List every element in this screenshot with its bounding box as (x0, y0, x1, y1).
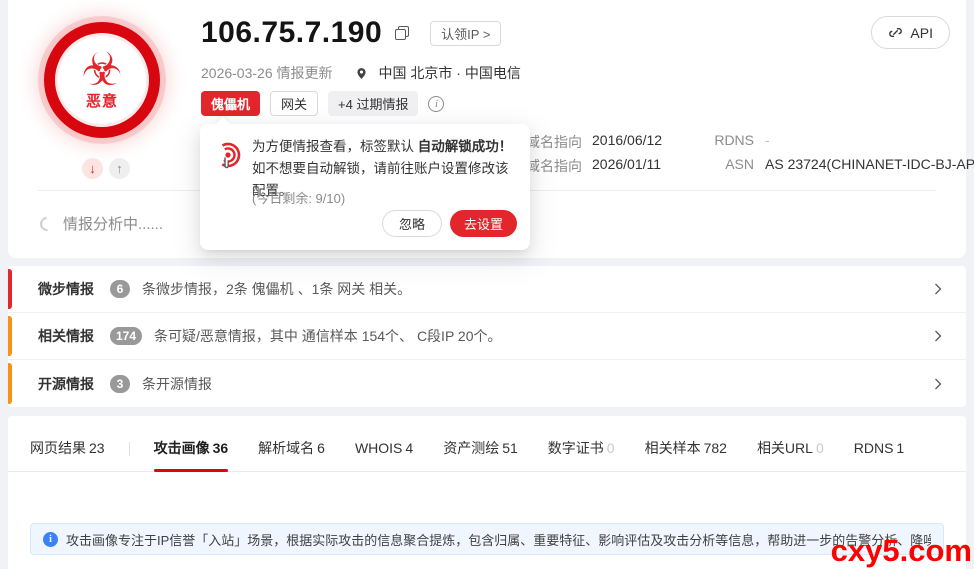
page-title-ip: 106.75.7.190 (201, 16, 383, 49)
api-button-label: API (910, 24, 933, 41)
tab-count: 1 (896, 440, 905, 456)
intel-row-title: 微步情报 (38, 281, 94, 297)
rdns-value: - (765, 132, 770, 148)
go-settings-button[interactable]: 去设置 (449, 210, 517, 237)
location-pin-icon (356, 67, 366, 79)
tags-info-icon[interactable]: i (428, 95, 445, 112)
title-row: 106.75.7.190 认领IP > (201, 16, 502, 50)
api-plug-icon (889, 28, 903, 37)
tab-related-samples[interactable]: 相关样本 782 (645, 438, 727, 471)
popup-line1-bold: 自动解锁成功！ (417, 139, 513, 154)
click-unlock-icon (215, 142, 241, 169)
auto-unlock-popup: 为方便情报查看，标签默认 自动解锁成功！ 如不想要自动解锁，请前往账户设置修改该… (200, 116, 530, 250)
tab-whois[interactable]: WHOIS 4 (355, 440, 413, 469)
geo-isp: 中国电信 (464, 65, 521, 81)
intel-row-title: 相关情报 (38, 328, 94, 344)
analyzing-text: 情报分析中...... (63, 216, 164, 233)
chevron-right-icon (935, 330, 942, 342)
tag-gateway[interactable]: 网关 (270, 91, 319, 116)
tab-count: 51 (502, 440, 518, 456)
count-badge: 6 (110, 280, 130, 298)
intel-row-opensource[interactable]: 开源情报 3 条开源情报 (8, 360, 966, 407)
tab-divider (128, 441, 130, 456)
tab-count: 23 (89, 440, 105, 456)
tab-asset-mapping[interactable]: 资产测绘 51 (443, 438, 518, 471)
tab-rdns[interactable]: RDNS 1 (854, 440, 904, 469)
domain-point-value-1: 2016/06/12 (592, 132, 663, 148)
rdns-label: RDNS (714, 132, 754, 148)
detail-tabs-card: 网页结果 23 攻击画像 36 解析域名 6 WHOIS 4 资产测绘 51 数字证书 0 … (8, 416, 966, 569)
biohazard-icon: ☣ (81, 42, 123, 95)
tab-certificates[interactable]: 数字证书 0 (548, 438, 615, 471)
info-icon: i (43, 531, 58, 547)
tab-attack-profile[interactable]: 攻击画像 36 (153, 438, 229, 472)
count-badge: 3 (110, 374, 130, 393)
count-badge: 174 (110, 327, 143, 345)
tab-related-urls[interactable]: 相关URL 0 (757, 438, 824, 471)
intel-row-title: 开源情报 (38, 375, 94, 392)
tag-expired-intel[interactable]: +4 过期情报 (328, 91, 419, 116)
api-button[interactable]: API (871, 16, 950, 49)
geo-separator: · (456, 65, 461, 81)
domain-point-label-1: 域名指向 (526, 134, 582, 150)
watermark: cxy5.com (830, 533, 972, 568)
tags-row: 傀儡机 网关 +4 过期情报 i (201, 91, 445, 116)
banner-text: 攻击画像专注于IP信誉「入站」场景，根据实际攻击的信息聚合提炼，包含归属、重要特… (66, 532, 931, 548)
vote-row: ↓ ↑ (82, 158, 130, 179)
loading-spinner-icon (37, 213, 57, 234)
vote-down-button[interactable]: ↓ (82, 158, 103, 179)
intel-row-threatbook[interactable]: 微步情报 6 条微步情报，2条 傀儡机 、1条 网关 相关。 (8, 266, 966, 313)
tab-count: 36 (212, 440, 229, 456)
verdict-badge: ☣ 恶意 (44, 22, 160, 138)
chevron-right-icon (935, 283, 942, 295)
intel-row-description: 条开源情报 (142, 375, 212, 392)
domain-point-label-2: 域名指向 (526, 158, 582, 174)
copy-icon[interactable] (395, 25, 410, 41)
meta-row: 2026-03-26 情报更新 中国 北京市 · 中国电信 (201, 63, 521, 83)
tab-count: 4 (405, 440, 414, 456)
intel-row-description: 条可疑/恶意情报，其中 通信样本 154个、 C段IP 20个。 (154, 328, 502, 344)
popup-line1-prefix: 为方便情报查看，标签默认 (252, 139, 418, 154)
tab-web-results[interactable]: 网页结果 23 (30, 438, 105, 471)
intel-row-related[interactable]: 相关情报 174 条可疑/恶意情报，其中 通信样本 154个、 C段IP 20个… (8, 313, 966, 360)
intel-update-date: 2026-03-26 情报更新 (201, 65, 333, 81)
tab-resolved-domains[interactable]: 解析域名 6 (258, 438, 325, 471)
asn-value: AS 23724(CHINANET-IDC-BJ-AP) (765, 156, 974, 172)
domain-point-value-2: 2026/01/11 (592, 156, 662, 172)
intel-row-description: 条微步情报，2条 傀儡机 、1条 网关 相关。 (142, 281, 412, 297)
attack-profile-banner: i 攻击画像专注于IP信誉「入站」场景，根据实际攻击的信息聚合提炼，包含归属、重… (30, 523, 944, 555)
threat-intel-page: ☣ 恶意 ↓ ↑ 106.75.7.190 认领IP > API 2026-03… (0, 0, 974, 569)
geo-country-city: 中国 北京市 (378, 65, 453, 81)
tab-count: 6 (317, 440, 325, 456)
intel-summary-card: 微步情报 6 条微步情报，2条 傀儡机 、1条 网关 相关。 相关情报 174 … (8, 266, 966, 407)
popup-actions: 忽略 去设置 (381, 210, 517, 237)
claim-ip-button[interactable]: 认领IP > (430, 20, 502, 46)
popup-quota: (今日剩余: 9/10) (252, 191, 346, 206)
tag-puppet-machine[interactable]: 傀儡机 (201, 91, 261, 116)
asn-label: ASN (725, 156, 754, 172)
tabs-bar: 网页结果 23 攻击画像 36 解析域名 6 WHOIS 4 资产测绘 51 数字证书 0 … (8, 416, 966, 472)
chevron-right-icon (935, 378, 942, 389)
tab-count: 782 (703, 440, 727, 456)
ignore-button[interactable]: 忽略 (381, 210, 442, 237)
verdict-label: 恶意 (85, 92, 118, 110)
vote-up-button[interactable]: ↑ (109, 158, 130, 179)
analyzing-row: 情报分析中...... (37, 213, 164, 234)
tab-count: 0 (606, 440, 615, 456)
tab-count: 0 (815, 440, 824, 456)
geo-location: 中国 北京市 · 中国电信 (379, 63, 521, 83)
